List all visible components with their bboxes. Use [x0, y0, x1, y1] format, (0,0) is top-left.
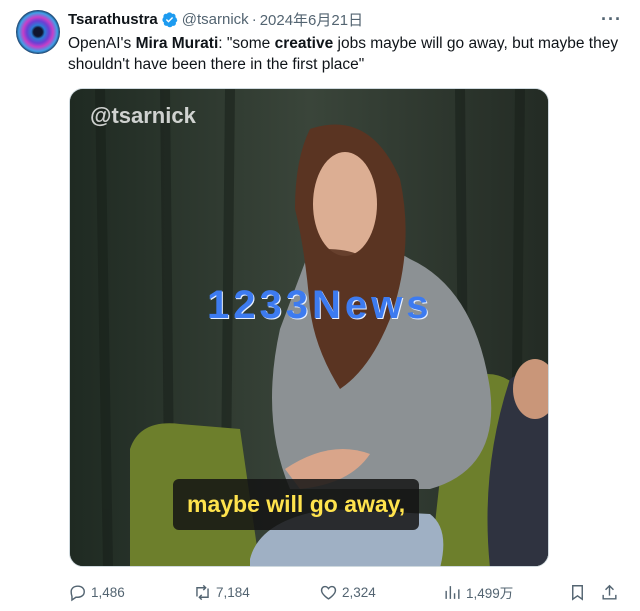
- views-button[interactable]: 1,499万: [443, 582, 513, 602]
- author-handle[interactable]: @tsarnick: [182, 11, 249, 28]
- share-button[interactable]: [600, 582, 619, 602]
- reply-icon: [70, 584, 85, 601]
- like-icon: [320, 585, 337, 600]
- views-icon: [445, 585, 460, 599]
- like-count: 2,324: [342, 584, 376, 600]
- bookmark-icon: [572, 584, 583, 601]
- video-caption: maybe will go away,: [173, 479, 420, 530]
- views-count: 1,499万: [466, 586, 514, 601]
- share-icon: [602, 584, 617, 600]
- avatar[interactable]: [16, 10, 60, 54]
- tweet-header: Tsarathustra @tsarnick · 2024年6月21日: [68, 9, 363, 29]
- repost-icon: [196, 584, 209, 600]
- like-button[interactable]: 2,324: [319, 582, 376, 602]
- text-mid: : "some: [218, 35, 275, 52]
- tweet-date[interactable]: 2024年6月21日: [260, 9, 363, 30]
- tweet: Tsarathustra @tsarnick · 2024年6月21日 ··· …: [0, 0, 640, 611]
- display-name[interactable]: Tsarathustra: [68, 11, 158, 28]
- tweet-text: OpenAI's Mira Murati: "some creative job…: [68, 33, 628, 75]
- reply-count: 1,486: [91, 584, 125, 600]
- watermark-handle: @tsarnick: [90, 103, 196, 128]
- separator-dot: ·: [251, 10, 257, 28]
- more-icon[interactable]: ···: [601, 9, 622, 30]
- reply-button[interactable]: 1,486: [68, 582, 125, 602]
- verified-badge-icon[interactable]: [161, 11, 178, 28]
- watermark-news: 1233News: [207, 283, 433, 327]
- bookmark-button[interactable]: [568, 582, 587, 602]
- repost-count: 7,184: [216, 584, 250, 600]
- text-prefix: OpenAI's: [68, 35, 136, 52]
- text-emphasis: creative: [274, 35, 334, 52]
- action-bar: 1,486 7,184 2,324 1,499万: [68, 582, 628, 602]
- text-name: Mira Murati: [135, 35, 219, 52]
- video-media[interactable]: @tsarnick 1233News maybe will go away,: [69, 88, 549, 567]
- repost-button[interactable]: 7,184: [193, 582, 250, 602]
